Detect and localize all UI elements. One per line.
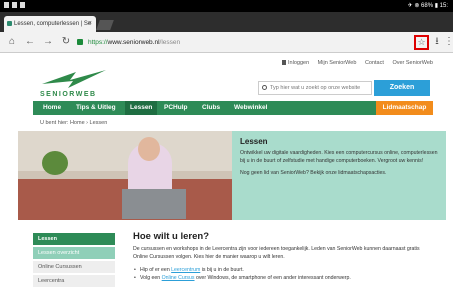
forward-icon[interactable]: → bbox=[42, 36, 54, 48]
logo-wordmark: SENIORWEB bbox=[40, 91, 97, 98]
sidebar-item-overview[interactable]: Lessen overzicht bbox=[33, 247, 115, 259]
sidebar-item-leercentra[interactable]: Leercentra bbox=[33, 275, 115, 287]
main-content: Hoe wilt u leren? De cursussen en worksh… bbox=[133, 231, 433, 283]
menu-icon[interactable]: ⋮ bbox=[443, 36, 453, 48]
about-link[interactable]: Over SeniorWeb bbox=[392, 60, 433, 66]
status-bar: ✈ ⊗ 68% ▮ 15: bbox=[0, 0, 453, 12]
nav-clubs[interactable]: Clubs bbox=[202, 101, 220, 115]
sidebar-item-lessen[interactable]: Lessen bbox=[33, 233, 115, 245]
options-list: Hip of er een Leercentrum is bij u in de… bbox=[133, 266, 433, 284]
contact-link[interactable]: Contact bbox=[365, 60, 384, 66]
membership-button[interactable]: Lidmaatschap bbox=[376, 101, 433, 115]
logo-bird-icon bbox=[42, 70, 106, 88]
section-heading: Hoe wilt u leren? bbox=[133, 231, 210, 242]
lock-icon bbox=[77, 39, 83, 45]
top-links: Inloggen Mijn SeniorWeb Contact Over Sen… bbox=[275, 60, 433, 66]
tab-strip: Lessen, computerlessen | Se × bbox=[0, 12, 453, 32]
leercentrum-link[interactable]: Leercentrum bbox=[171, 267, 200, 273]
search-placeholder: Typ hier wat u zoekt op onze website bbox=[270, 85, 361, 91]
hero-title: Lessen bbox=[240, 137, 268, 146]
hero-photo bbox=[18, 131, 232, 220]
status-indicators: ✈ ⊗ 68% ▮ 15: bbox=[407, 3, 448, 9]
new-tab-button[interactable] bbox=[96, 20, 114, 30]
url-path: /lessen bbox=[159, 39, 181, 46]
list-item: Volg een Online Cursus over Windows, de … bbox=[133, 274, 433, 283]
browser-toolbar: ⌂ ← → ↻ https://www.seniorweb.nl/lessen … bbox=[0, 32, 453, 53]
star-icon: ☆ bbox=[417, 37, 426, 47]
web-page: Inloggen Mijn SeniorWeb Contact Over Sen… bbox=[0, 53, 453, 289]
favicon-icon bbox=[7, 21, 12, 26]
seniorweb-logo[interactable]: SENIORWEB bbox=[40, 66, 110, 100]
back-icon[interactable]: ← bbox=[24, 36, 36, 48]
screen: ✈ ⊗ 68% ▮ 15: Lessen, computerlessen | S… bbox=[0, 0, 453, 289]
main-nav: Home Tips & Uitleg Lessen PCHulp Clubs W… bbox=[33, 101, 433, 115]
hero-description: Ontwikkel uw digitale vaardigheden. Kies… bbox=[240, 150, 438, 164]
sidebar: Lessen Lessen overzicht Online Cursussen… bbox=[33, 233, 115, 289]
tab-title: Lessen, computerlessen | Se bbox=[14, 21, 92, 27]
nav-pchulp[interactable]: PCHulp bbox=[164, 101, 187, 115]
my-seniorweb-link[interactable]: Mijn SeniorWeb bbox=[318, 60, 357, 66]
hero-banner: Lessen Ontwikkel uw digitale vaardighede… bbox=[18, 131, 446, 220]
search-input[interactable]: Typ hier wat u zoekt op onze website bbox=[258, 81, 372, 95]
hero-text-panel: Lessen Ontwikkel uw digitale vaardighede… bbox=[232, 131, 446, 220]
address-bar[interactable]: https://www.seniorweb.nl/lessen bbox=[76, 36, 406, 49]
breadcrumb: U bent hier: Home › Lessen bbox=[40, 120, 108, 126]
section-intro: De cursussen en workshops in de Leercent… bbox=[133, 246, 420, 260]
membership-promo[interactable]: Nog geen lid van SeniorWeb? Bekijk onze … bbox=[240, 170, 438, 178]
close-tab-icon[interactable]: × bbox=[88, 20, 92, 27]
nav-lessen[interactable]: Lessen bbox=[125, 101, 158, 115]
sidebar-item-online-courses[interactable]: Online Cursussen bbox=[33, 261, 115, 273]
reload-icon[interactable]: ↻ bbox=[60, 36, 72, 48]
browser-tab[interactable]: Lessen, computerlessen | Se × bbox=[4, 16, 96, 32]
bookmark-star-button[interactable]: ☆ bbox=[414, 35, 429, 50]
login-lock-icon bbox=[282, 60, 287, 65]
nav-webwinkel[interactable]: Webwinkel bbox=[234, 101, 267, 115]
url-scheme: https:// bbox=[88, 39, 108, 46]
nav-home[interactable]: Home bbox=[43, 101, 61, 115]
status-icons bbox=[4, 2, 25, 8]
login-link[interactable]: Inloggen bbox=[288, 60, 309, 66]
home-icon[interactable]: ⌂ bbox=[6, 36, 18, 48]
url-host: www.seniorweb.nl bbox=[107, 39, 160, 46]
nav-tips[interactable]: Tips & Uitleg bbox=[76, 101, 116, 115]
search-icon bbox=[262, 85, 267, 90]
list-item: Hip of er een Leercentrum is bij u in de… bbox=[133, 266, 433, 275]
online-cursus-link[interactable]: Online Cursus bbox=[162, 275, 195, 281]
search-button[interactable]: Zoeken bbox=[374, 80, 430, 96]
download-icon[interactable]: ⭳ bbox=[431, 36, 443, 48]
